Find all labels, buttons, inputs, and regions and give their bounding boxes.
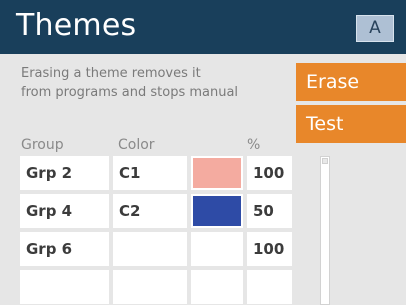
- info-message-line-1: Erasing a theme removes it: [21, 66, 201, 81]
- color-swatch: [193, 158, 241, 188]
- color-swatch-cell[interactable]: [191, 232, 243, 266]
- percent-cell[interactable]: [247, 270, 292, 304]
- color-name-cell[interactable]: [113, 232, 187, 266]
- color-swatch-cell[interactable]: [191, 194, 243, 228]
- color-swatch: [193, 234, 241, 264]
- color-name-cell[interactable]: C2: [113, 194, 187, 228]
- corner-button[interactable]: A: [356, 15, 394, 42]
- themes-screen: Themes A Erasing a theme removes it from…: [0, 0, 406, 305]
- percent-cell[interactable]: 100: [247, 232, 292, 266]
- color-swatch-cell[interactable]: [191, 270, 243, 304]
- info-message-line-2: from programs and stops manual: [21, 85, 239, 100]
- table-scrollbar[interactable]: [320, 156, 330, 305]
- erase-button[interactable]: Erase: [296, 63, 406, 101]
- test-button[interactable]: Test: [296, 105, 406, 143]
- scrollbar-thumb[interactable]: [322, 158, 328, 164]
- color-swatch: [193, 272, 241, 302]
- info-message: Erasing a theme removes it from programs…: [21, 64, 293, 102]
- column-header-color: Color: [118, 137, 155, 153]
- page-title: Themes: [16, 8, 137, 43]
- header-bar: Themes A: [0, 0, 406, 54]
- group-cell[interactable]: [20, 270, 109, 304]
- group-cell[interactable]: Grp 6: [20, 232, 109, 266]
- percent-cell[interactable]: 100: [247, 156, 292, 190]
- percent-cell[interactable]: 50: [247, 194, 292, 228]
- column-header-percent: %: [247, 137, 261, 153]
- color-name-cell[interactable]: [113, 270, 187, 304]
- group-cell[interactable]: Grp 4: [20, 194, 109, 228]
- column-header-group: Group: [21, 137, 64, 153]
- color-swatch-cell[interactable]: [191, 156, 243, 190]
- color-swatch: [193, 196, 241, 226]
- color-name-cell[interactable]: C1: [113, 156, 187, 190]
- group-cell[interactable]: Grp 2: [20, 156, 109, 190]
